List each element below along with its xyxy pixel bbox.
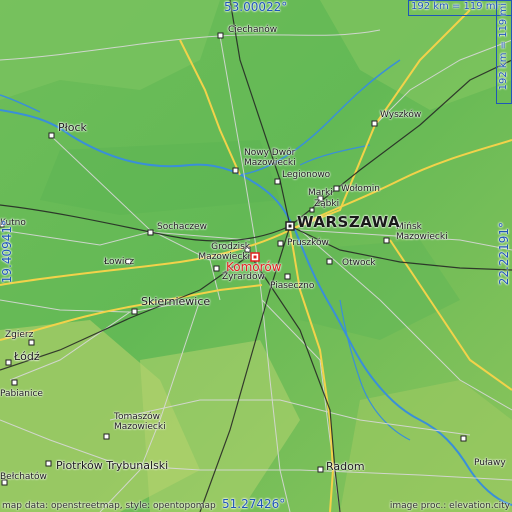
city-label-radom[interactable]: Radom (326, 461, 365, 473)
city-label-legionowo[interactable]: Legionowo (282, 170, 330, 180)
right-longitude-label: 22.22191° (497, 222, 511, 286)
attribution-image-processing: image proc.: elevation.city (389, 501, 510, 511)
city-label-nowy-dwor[interactable]: Nowy Dwór Mazowiecki (244, 148, 302, 168)
vertical-scale-bar: 192 km = 119 mi (496, 0, 512, 104)
attribution-map-data: map data: openstreetmap, style: opentopo… (2, 501, 216, 511)
bottom-latitude-label: 51.27426° (222, 497, 286, 511)
top-latitude-label: 53.00022° (224, 0, 288, 14)
city-label-sochaczew[interactable]: Sochaczew (157, 222, 207, 232)
place-marker-label[interactable]: Komorów (226, 261, 281, 274)
city-label-lodz[interactable]: Łódź (14, 351, 40, 363)
capital-label[interactable]: WARSZAWA (297, 214, 400, 230)
city-label-belchatow[interactable]: Bełchatów (0, 472, 47, 482)
city-label-piaseczno[interactable]: Piaseczno (270, 281, 314, 291)
city-label-otwock[interactable]: Otwock (342, 258, 376, 268)
vertical-scale-label: 192 km = 119 mi (498, 3, 509, 91)
city-label-grodzisk[interactable]: Grodzisk Mazowiecki (198, 242, 250, 262)
city-label-zabki[interactable]: Ząbki (314, 199, 339, 209)
city-label-wyszkow[interactable]: Wyszków (380, 110, 421, 120)
city-label-pruszkow[interactable]: Pruszków (287, 238, 329, 248)
city-label-pabianice[interactable]: Pabianice (0, 389, 43, 399)
city-label-skierniewice[interactable]: Skierniewice (141, 296, 210, 308)
city-label-tomaszow[interactable]: Tomaszów Mazowiecki (114, 412, 170, 432)
left-longitude-label: 19.40941° (0, 220, 14, 284)
city-label-ciechanow[interactable]: Ciechanów (228, 25, 277, 35)
city-label-lowicz[interactable]: Łowicz (104, 257, 134, 267)
city-label-marki[interactable]: Marki (308, 188, 333, 198)
city-label-minsk[interactable]: Mińsk Mazowiecki (396, 222, 452, 242)
city-label-wolomin[interactable]: Wołomin (341, 184, 380, 194)
horizontal-scale-label: 192 km = 119 mi (411, 1, 499, 12)
map-view[interactable]: Ciechanów Płock Wyszków Nowy Dwór Mazowi… (0, 0, 512, 512)
terrain-layer (0, 0, 512, 512)
city-label-pulawy[interactable]: Puławy (474, 458, 506, 468)
city-label-piotrkow[interactable]: Piotrków Trybunalski (56, 460, 168, 472)
city-label-plock[interactable]: Płock (58, 122, 87, 134)
city-label-zgierz[interactable]: Zgierz (5, 330, 33, 340)
